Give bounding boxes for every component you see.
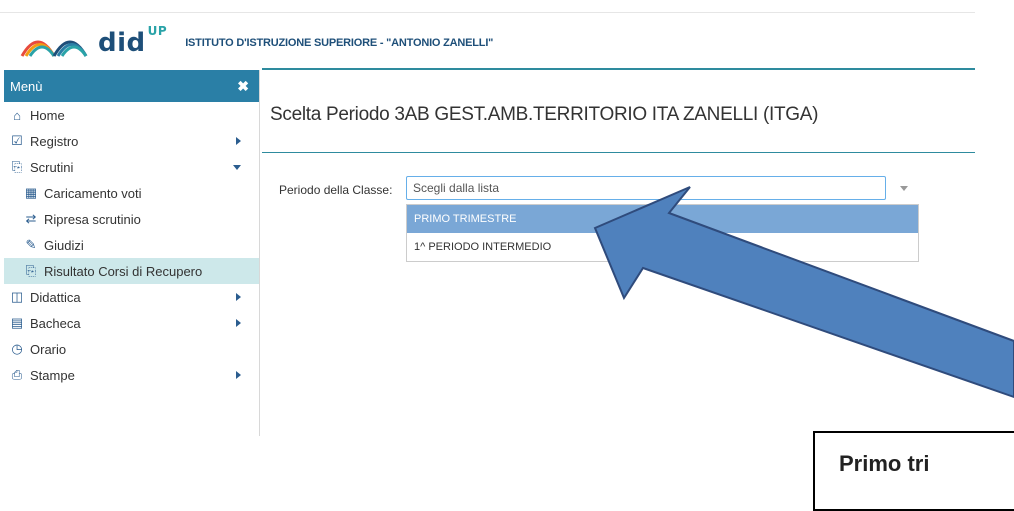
sidebar-item-label: Caricamento voti	[44, 185, 142, 201]
sidebar-item-label: Risultato Corsi di Recupero	[44, 263, 203, 279]
periodo-select[interactable]: Scegli dalla lista	[406, 176, 886, 200]
sidebar-item-label: Home	[30, 107, 65, 123]
sidebar-item-caricamento-voti[interactable]: ▦ Caricamento voti	[4, 180, 259, 206]
clock-icon: ◷	[11, 341, 23, 356]
sidebar-item-stampe[interactable]: ⎙ Stampe	[4, 362, 259, 388]
chevron-down-icon[interactable]	[900, 186, 908, 191]
chevron-right-icon	[236, 137, 241, 145]
sidebar-item-scrutini[interactable]: ⎘ Scrutini	[4, 154, 259, 180]
callout-box: Primo tri	[813, 431, 1014, 511]
calendar-icon: ☑	[11, 133, 23, 148]
periodo-label: Periodo della Classe:	[279, 183, 393, 197]
option-periodo-intermedio[interactable]: 1^ PERIODO INTERMEDIO	[407, 233, 918, 261]
refresh-icon: ⇄	[25, 211, 37, 226]
print-icon: ⎙	[11, 367, 23, 382]
sidebar-item-orario[interactable]: ◷ Orario	[4, 336, 259, 362]
menu-header: Menù ✖	[4, 70, 259, 102]
sidebar-item-label: Didattica	[30, 289, 81, 305]
option-primo-trimestre[interactable]: PRIMO TRIMESTRE	[407, 205, 918, 233]
chevron-right-icon	[236, 293, 241, 301]
app-header: did UP ISTITUTO D'ISTRUZIONE SUPERIORE - …	[18, 24, 494, 60]
sidebar-item-label: Giudizi	[44, 237, 84, 253]
top-divider	[0, 12, 975, 13]
title-divider	[262, 152, 975, 153]
sidebar-item-label: Registro	[30, 133, 79, 149]
sidebar-item-giudizi[interactable]: ✎ Giudizi	[4, 232, 259, 258]
sidebar-item-registro[interactable]: ☑ Registro	[4, 128, 259, 154]
board-icon: ▤	[10, 315, 24, 330]
school-name: ISTITUTO D'ISTRUZIONE SUPERIORE - "ANTON…	[185, 37, 494, 49]
grid-icon: ▦	[24, 185, 38, 200]
sidebar-item-label: Stampe	[30, 367, 75, 383]
sidebar-item-ripresa-scrutinio[interactable]: ⇄ Ripresa scrutinio	[4, 206, 259, 232]
sidebar-item-didattica[interactable]: ◫ Didattica	[4, 284, 259, 310]
chevron-right-icon	[236, 371, 241, 379]
header-divider	[262, 68, 975, 70]
home-icon: ⌂	[13, 107, 21, 123]
didup-logo-icon	[20, 40, 88, 57]
book-icon: ◫	[10, 289, 24, 304]
sidebar-item-bacheca[interactable]: ▤ Bacheca	[4, 310, 259, 336]
sidebar-item-risultato-corsi-recupero[interactable]: ⎘ Risultato Corsi di Recupero	[4, 258, 259, 284]
chevron-right-icon	[236, 319, 241, 327]
menu-title: Menù	[10, 78, 43, 94]
close-icon[interactable]: ✖	[237, 78, 249, 95]
sidebar-item-home[interactable]: ⌂ Home	[4, 102, 259, 128]
page-title: Scelta Periodo 3AB GEST.AMB.TERRITORIO I…	[270, 104, 819, 125]
periodo-dropdown: PRIMO TRIMESTRE 1^ PERIODO INTERMEDIO	[406, 204, 919, 262]
sidebar-item-label: Scrutini	[30, 159, 74, 175]
scrutini-icon: ⎘	[25, 263, 37, 278]
chevron-down-icon	[233, 165, 241, 170]
scrutini-icon: ⎘	[11, 159, 23, 174]
sidebar-item-label: Orario	[30, 341, 67, 357]
sidebar-item-label: Bacheca	[30, 315, 81, 331]
brand-name: did UP	[98, 24, 168, 58]
sidebar-item-label: Ripresa scrutinio	[44, 211, 141, 227]
edit-icon: ✎	[25, 237, 37, 252]
sidebar-menu: Menù ✖ ⌂ Home ☑ Registro ⎘ Scrutini ▦ Ca…	[4, 70, 260, 436]
